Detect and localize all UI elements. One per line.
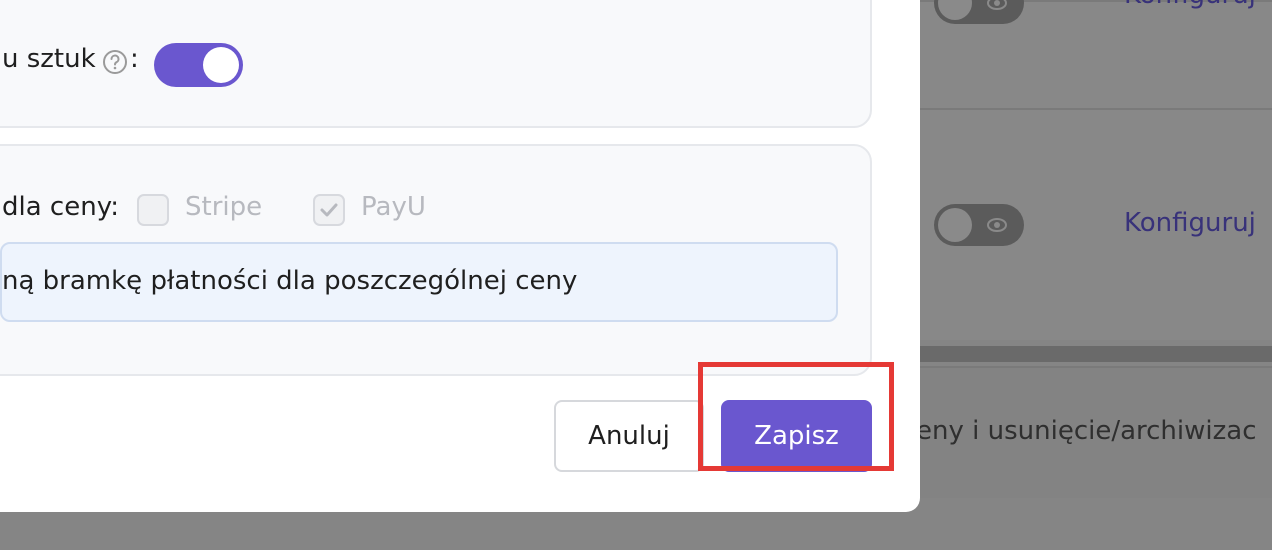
- quantity-section: u sztuk :: [0, 0, 872, 128]
- bg-divider: [910, 346, 1272, 362]
- payu-label: PayU: [361, 192, 426, 222]
- quantity-label: u sztuk: [2, 44, 96, 74]
- bg-visibility-toggle-mid: [934, 204, 1024, 246]
- payu-checkbox[interactable]: [313, 194, 345, 226]
- cancel-button[interactable]: Anuluj: [554, 400, 704, 472]
- bg-configure-link-mid: Konfiguruj: [1124, 208, 1256, 238]
- toggle-knob: [938, 208, 972, 242]
- bg-configure-link-top: Konfiguruj: [1124, 0, 1256, 10]
- bg-row-bottom: eny i usunięcie/archiwizac: [910, 366, 1272, 498]
- toggle-knob: [938, 0, 972, 20]
- toggle-knob: [203, 47, 239, 83]
- bg-visibility-toggle-top: [934, 0, 1024, 24]
- help-icon[interactable]: [102, 49, 128, 75]
- payment-gateway-label: dla ceny:: [2, 192, 119, 222]
- save-button-highlight: [698, 362, 894, 471]
- quantity-toggle[interactable]: [154, 43, 243, 87]
- payment-info-text: ną bramkę płatności dla poszczególnej ce…: [2, 266, 578, 296]
- bg-description-text: eny i usunięcie/archiwizac: [916, 416, 1257, 446]
- stripe-checkbox[interactable]: [137, 194, 169, 226]
- bg-row-mid: Konfiguruj: [910, 108, 1272, 340]
- edit-modal: u sztuk : dla ceny: Stripe PayU ną bramk…: [0, 0, 920, 512]
- stripe-label: Stripe: [185, 192, 263, 222]
- quantity-colon: :: [130, 44, 139, 74]
- payment-info-box: ną bramkę płatności dla poszczególnej ce…: [0, 242, 838, 322]
- eye-icon: [987, 218, 1007, 232]
- bg-row-top: Konfiguruj: [910, 0, 1272, 108]
- eye-icon: [987, 0, 1007, 10]
- check-icon: [320, 203, 338, 217]
